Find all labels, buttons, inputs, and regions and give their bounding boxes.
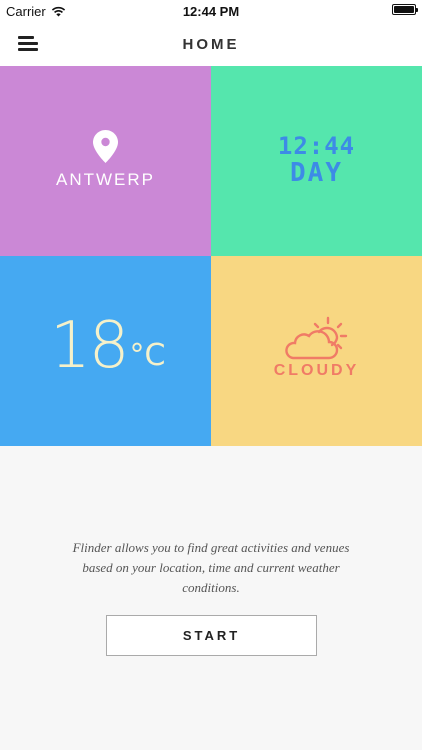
weather-label: CLOUDY (273, 362, 360, 379)
location-pin-icon (93, 130, 118, 163)
battery-indicator (392, 4, 418, 15)
status-bar: Carrier 12:44 PM (0, 0, 422, 22)
app-description: Flinder allows you to find great activit… (72, 540, 350, 595)
battery-icon (392, 4, 418, 15)
temperature-value: 18 (50, 309, 129, 383)
day-period-label: DAY (290, 158, 343, 188)
navigation-bar: HOME (0, 22, 422, 66)
time-tile[interactable]: 12:44 DAY (211, 66, 422, 256)
location-label: ANTWERP (56, 170, 155, 189)
clock-display: 12:44 (277, 132, 356, 160)
page-title: HOME (182, 36, 240, 53)
temperature-tile[interactable]: 18 °C (0, 256, 211, 446)
info-tiles-grid: ANTWERP 12:44 DAY 18 °C CLOUDY (0, 66, 422, 446)
cloudy-sun-icon (285, 316, 348, 360)
start-button[interactable]: START (106, 615, 317, 656)
temperature-display: 18 °C (50, 314, 165, 378)
location-tile[interactable]: ANTWERP (0, 66, 211, 256)
weather-tile[interactable]: CLOUDY (211, 256, 422, 446)
status-time: 12:44 PM (182, 4, 240, 19)
temperature-unit: °C (129, 338, 166, 373)
